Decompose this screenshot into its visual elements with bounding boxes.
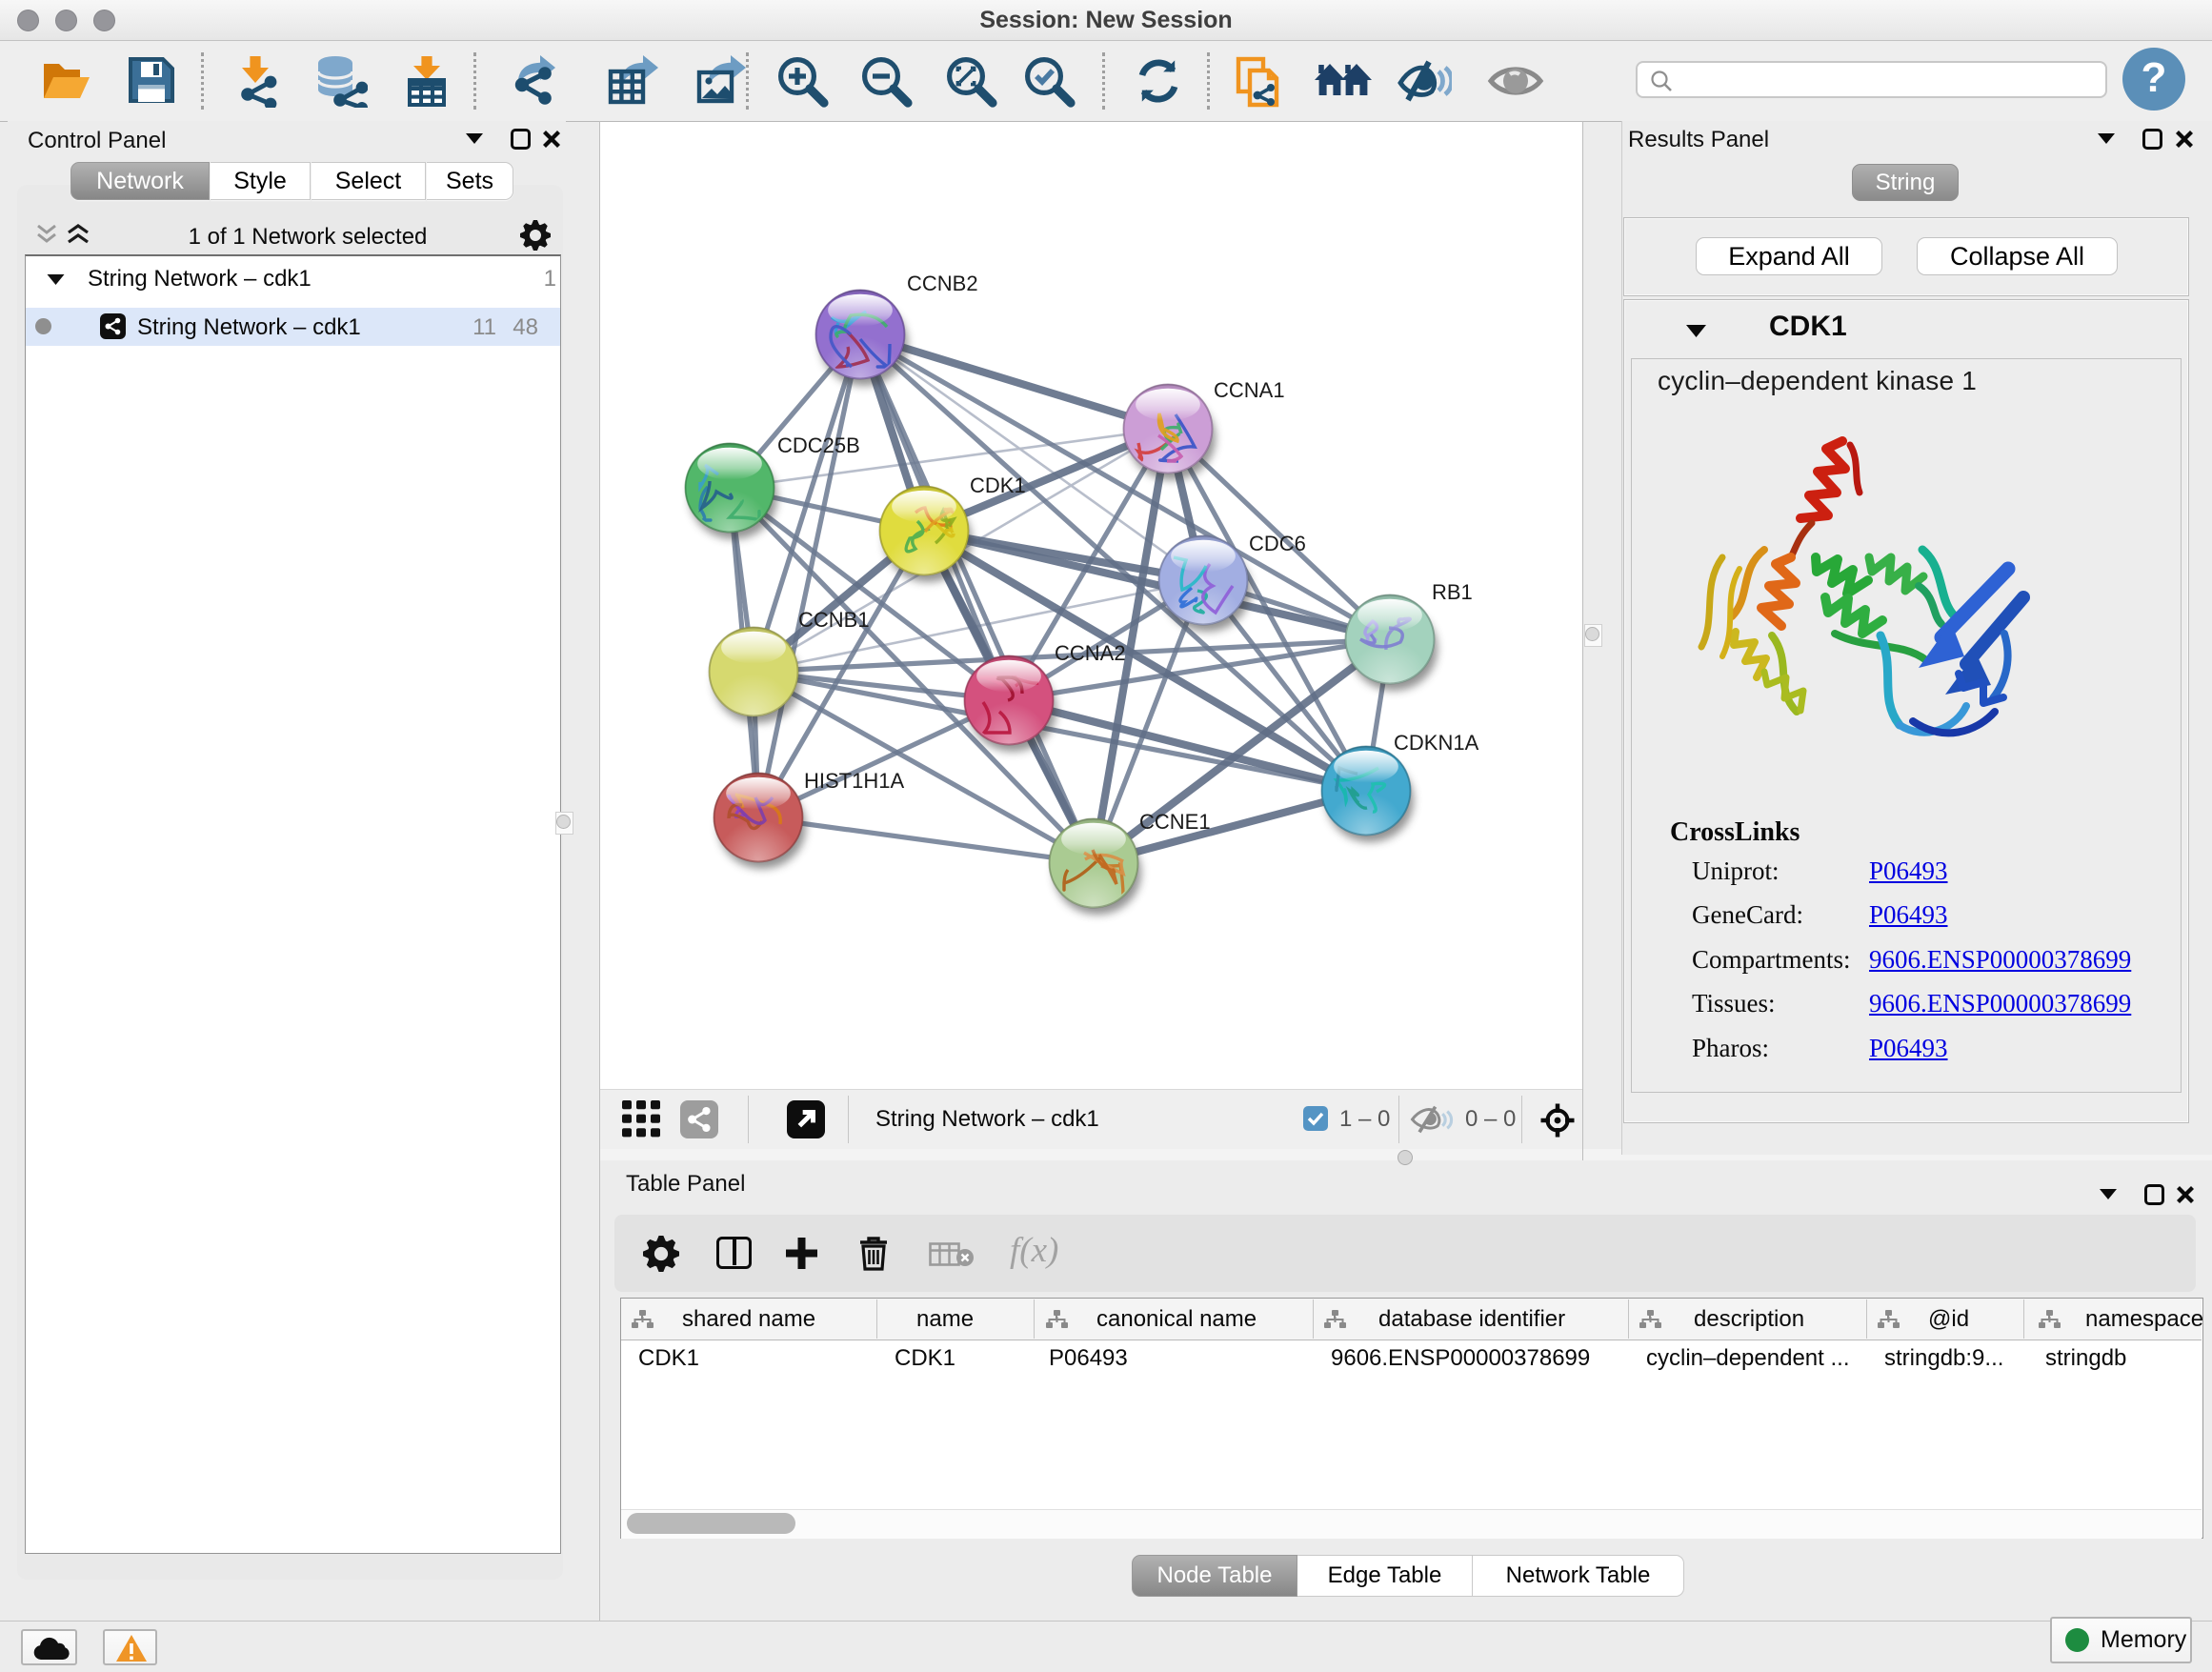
svg-text:CDK1: CDK1 <box>970 473 1026 497</box>
svg-text:CDKN1A: CDKN1A <box>1394 731 1479 755</box>
svg-text:RB1: RB1 <box>1432 580 1473 604</box>
svg-text:CDC6: CDC6 <box>1249 532 1306 555</box>
svg-text:CDC25B: CDC25B <box>777 433 860 457</box>
svg-text:CCNE1: CCNE1 <box>1139 810 1211 834</box>
svg-text:CCNB2: CCNB2 <box>907 272 978 295</box>
svg-text:CCNB1: CCNB1 <box>798 608 870 632</box>
svg-text:CCNA2: CCNA2 <box>1055 641 1126 665</box>
svg-text:HIST1H1A: HIST1H1A <box>804 769 904 793</box>
svg-text:CCNA1: CCNA1 <box>1214 378 1285 402</box>
